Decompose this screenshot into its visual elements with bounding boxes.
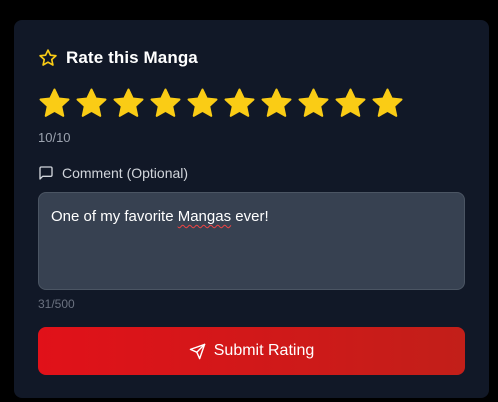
- rating-card: Rate this Manga 10/10 Comment (Optional)…: [14, 20, 489, 398]
- star-5-icon[interactable]: [186, 87, 219, 120]
- comment-textarea[interactable]: One of my favorite Mangas ever!: [38, 192, 465, 290]
- star-rating: [38, 87, 404, 120]
- star-outline-icon: [38, 48, 58, 68]
- card-header: Rate this Manga: [38, 48, 198, 68]
- comment-text-misspelled: Mangas: [177, 208, 232, 225]
- star-6-icon[interactable]: [223, 87, 256, 120]
- comment-text-start: One of my favorite: [51, 208, 178, 225]
- star-8-icon[interactable]: [297, 87, 330, 120]
- star-4-icon[interactable]: [149, 87, 182, 120]
- star-3-icon[interactable]: [112, 87, 145, 120]
- star-1-icon[interactable]: [38, 87, 71, 120]
- star-9-icon[interactable]: [334, 87, 367, 120]
- star-2-icon[interactable]: [75, 87, 108, 120]
- rating-value: 10/10: [38, 130, 71, 145]
- star-10-icon[interactable]: [371, 87, 404, 120]
- comment-text-end: ever!: [231, 208, 269, 225]
- submit-rating-label: Submit Rating: [213, 342, 315, 359]
- card-title: Rate this Manga: [66, 48, 198, 67]
- comment-label: Comment (Optional): [38, 165, 188, 181]
- send-icon: [189, 343, 206, 360]
- message-square-icon: [38, 165, 54, 181]
- comment-label-text: Comment (Optional): [62, 165, 189, 181]
- character-count: 31/500: [38, 297, 75, 311]
- star-7-icon[interactable]: [260, 87, 293, 120]
- submit-rating-button[interactable]: Submit Rating: [38, 327, 465, 375]
